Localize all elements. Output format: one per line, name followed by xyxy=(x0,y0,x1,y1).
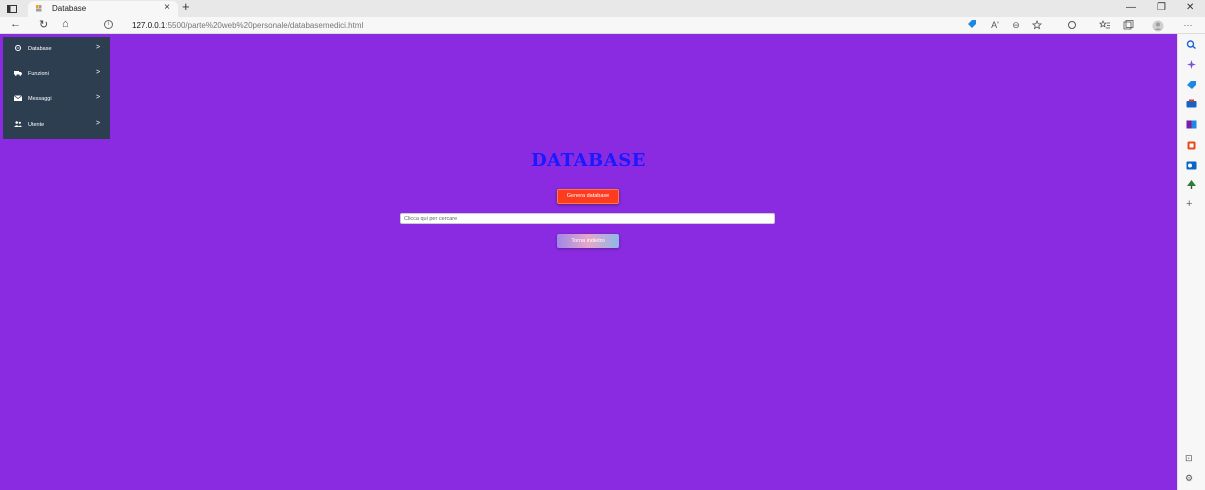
tab-close-icon[interactable]: × xyxy=(164,2,170,13)
menu-item-messaggi[interactable]: Messaggi > xyxy=(3,87,110,111)
outlook-icon[interactable] xyxy=(1186,161,1197,170)
back-button[interactable]: Torna indietro xyxy=(557,234,619,248)
tag-icon[interactable] xyxy=(966,20,978,31)
games-icon[interactable] xyxy=(1186,120,1197,129)
browser-titlebar: Database × + — ❐ ✕ xyxy=(0,0,1205,17)
edge-split-icon[interactable]: ⊡ xyxy=(1185,453,1193,464)
menu-item-utente[interactable]: Utente > xyxy=(3,113,110,137)
reload-icon[interactable]: ↻ xyxy=(39,18,48,31)
tree-icon[interactable] xyxy=(1186,180,1197,189)
read-aloud-icon[interactable]: Aʹ xyxy=(989,20,1001,31)
more-icon[interactable]: ··· xyxy=(1182,20,1194,31)
shopping-icon[interactable] xyxy=(1186,80,1197,89)
minimize-icon[interactable]: — xyxy=(1126,2,1136,13)
url-text: 127.0.0.1:5500/parte%20web%20personale/d… xyxy=(132,21,363,30)
site-info-icon[interactable]: i xyxy=(104,20,113,29)
generate-database-button[interactable]: Genera database xyxy=(557,189,619,204)
menu-item-label: Funzioni xyxy=(28,70,49,77)
profile-icon[interactable] xyxy=(1152,20,1164,32)
address-bar[interactable]: i 127.0.0.1:5500/parte%20web%20personale… xyxy=(96,19,996,32)
extensions-icon[interactable] xyxy=(1066,20,1078,31)
url-host: 127.0.0.1 xyxy=(132,20,166,30)
back-icon[interactable]: ← xyxy=(10,18,21,30)
new-tab-button[interactable]: + xyxy=(182,0,190,14)
window-close-icon[interactable]: ✕ xyxy=(1186,2,1194,13)
search-input[interactable] xyxy=(400,213,775,224)
tools-icon[interactable] xyxy=(1186,99,1197,108)
tab-favicon-icon xyxy=(36,5,42,12)
edge-add-icon[interactable]: + xyxy=(1186,198,1192,210)
chevron-right-icon: > xyxy=(96,120,101,127)
tab-actions-icon[interactable] xyxy=(6,2,18,14)
browser-tab[interactable]: Database × xyxy=(28,1,178,17)
users-icon xyxy=(14,121,22,127)
page-title: DATABASE xyxy=(531,150,646,171)
collections-icon[interactable] xyxy=(1122,20,1134,31)
favorite-icon[interactable] xyxy=(1031,19,1044,31)
url-path: :5500/parte%20web%20personale/databaseme… xyxy=(165,20,364,30)
edge-sidebar: + ⊡ ⚙ xyxy=(1177,34,1205,490)
copilot-icon[interactable] xyxy=(1186,60,1197,69)
favorites-icon[interactable] xyxy=(1099,20,1111,31)
tab-title: Database xyxy=(52,4,87,13)
menu-item-label: Database xyxy=(28,45,52,52)
browser-toolbar: ← ↻ ⌂ i 127.0.0.1:5500/parte%20web%20per… xyxy=(0,17,1205,34)
menu-item-label: Utente xyxy=(28,121,45,128)
zoom-icon[interactable]: ⊖ xyxy=(1010,20,1022,31)
restore-icon[interactable]: ❐ xyxy=(1157,2,1166,13)
menu-item-label: Messaggi xyxy=(28,95,52,102)
envelope-icon xyxy=(14,95,22,101)
home-icon[interactable]: ⌂ xyxy=(62,18,69,30)
menu-item-funzioni[interactable]: Funzioni > xyxy=(3,62,110,86)
chevron-right-icon: > xyxy=(96,44,101,51)
edge-settings-icon[interactable]: ⚙ xyxy=(1185,473,1193,484)
truck-icon xyxy=(14,71,22,76)
menu-item-database[interactable]: Database > xyxy=(3,37,110,61)
database-icon xyxy=(14,45,22,51)
search-icon[interactable] xyxy=(1186,40,1197,49)
chevron-right-icon: > xyxy=(96,69,101,76)
chevron-right-icon: > xyxy=(96,94,101,101)
office-icon[interactable] xyxy=(1186,141,1197,150)
side-menu: Database > Funzioni > Messaggi > Utente … xyxy=(3,37,110,139)
